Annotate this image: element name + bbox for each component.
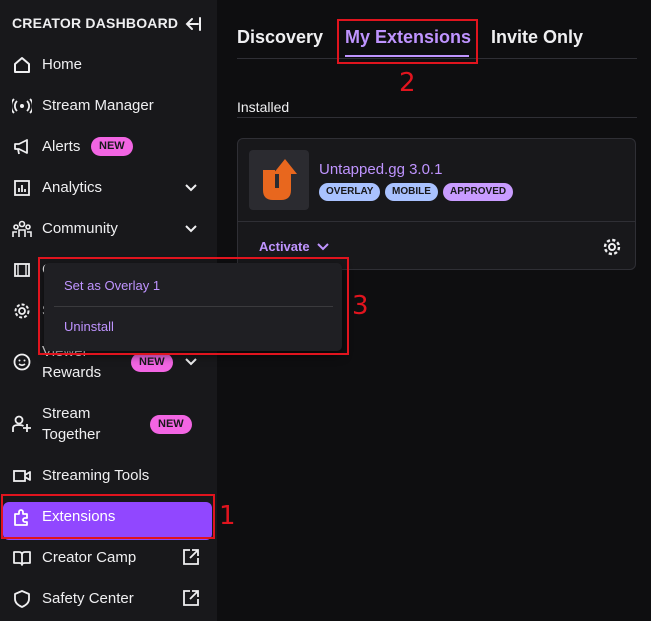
new-badge: NEW: [150, 415, 192, 434]
sidebar-item-alerts[interactable]: Alerts NEW: [0, 136, 217, 157]
sidebar-item-stream-manager[interactable]: Stream Manager: [0, 95, 217, 116]
camera-icon: [12, 466, 32, 486]
sidebar-item-label: Safety Center: [42, 590, 134, 607]
sidebar-item-label: Home: [42, 56, 83, 73]
gear-icon: [12, 301, 32, 321]
sidebar-item-home[interactable]: Home: [0, 54, 217, 75]
sidebar-item-label: Alerts: [42, 138, 81, 155]
installed-section-label: Installed: [237, 99, 290, 115]
collapse-sidebar-icon[interactable]: [183, 14, 203, 34]
annotation-label-1: 1: [219, 501, 236, 531]
annotation-label-3: 3: [352, 291, 369, 321]
megaphone-icon: [12, 137, 32, 157]
tag-approved: APPROVED: [443, 183, 514, 201]
chevron-down-icon: [316, 240, 330, 254]
sidebar-item-label-line2: Together: [42, 426, 101, 443]
tag-overlay: OVERLAY: [319, 183, 381, 201]
annotation-box-1: [1, 494, 215, 539]
sidebar-item-community[interactable]: Community: [0, 218, 217, 239]
new-badge: NEW: [91, 137, 133, 156]
film-icon: [12, 260, 32, 280]
sidebar-item-safety-center[interactable]: Safety Center: [0, 588, 217, 609]
home-icon: [12, 55, 32, 75]
tab-discovery[interactable]: Discovery: [237, 27, 323, 48]
shield-icon: [12, 589, 32, 609]
tag-mobile: MOBILE: [385, 183, 438, 201]
sidebar-item-label: Creator Camp: [42, 549, 137, 566]
bar-chart-icon: [12, 178, 32, 198]
annotation-label-2: 2: [399, 68, 416, 98]
annotation-box-3: [38, 257, 349, 355]
sidebar-item-streaming-tools[interactable]: Streaming Tools: [0, 465, 217, 486]
chevron-down-icon: [183, 354, 199, 370]
sidebar-item-label: Community: [42, 220, 118, 237]
external-link-icon: [182, 548, 200, 566]
extension-name[interactable]: Untapped.gg 3.0.1: [319, 161, 442, 178]
sidebar-item-stream-together[interactable]: Stream Together NEW: [0, 403, 217, 445]
activate-label: Activate: [259, 239, 310, 254]
sidebar-item-label-line2: Rewards: [42, 364, 102, 381]
extension-card: Untapped.gg 3.0.1 OVERLAY MOBILE APPROVE…: [237, 138, 636, 270]
sidebar-item-label: Stream Manager: [42, 97, 154, 114]
broadcast-icon: [12, 96, 32, 116]
sidebar-title: CREATOR DASHBOARD: [12, 15, 179, 31]
extension-logo: [249, 150, 309, 210]
people-icon: [12, 219, 32, 239]
sidebar-item-label: Analytics: [42, 179, 103, 196]
smile-icon: [12, 352, 32, 372]
external-link-icon: [182, 589, 200, 607]
new-badge: NEW: [131, 353, 173, 372]
sidebar-item-label: Streaming Tools: [42, 467, 150, 484]
card-divider: [238, 221, 635, 222]
sidebar-item-analytics[interactable]: Analytics: [0, 177, 217, 198]
chevron-down-icon: [183, 180, 199, 196]
activate-button[interactable]: Activate: [259, 239, 330, 254]
annotation-box-2: [337, 19, 478, 64]
section-divider: [237, 117, 637, 118]
user-add-icon: [12, 414, 32, 434]
chevron-down-icon: [183, 221, 199, 237]
sidebar-item-creator-camp[interactable]: Creator Camp: [0, 547, 217, 568]
book-icon: [12, 548, 32, 568]
sidebar-item-label: Stream: [42, 405, 91, 422]
tab-invite-only[interactable]: Invite Only: [491, 27, 583, 48]
gear-icon[interactable]: [602, 237, 622, 257]
